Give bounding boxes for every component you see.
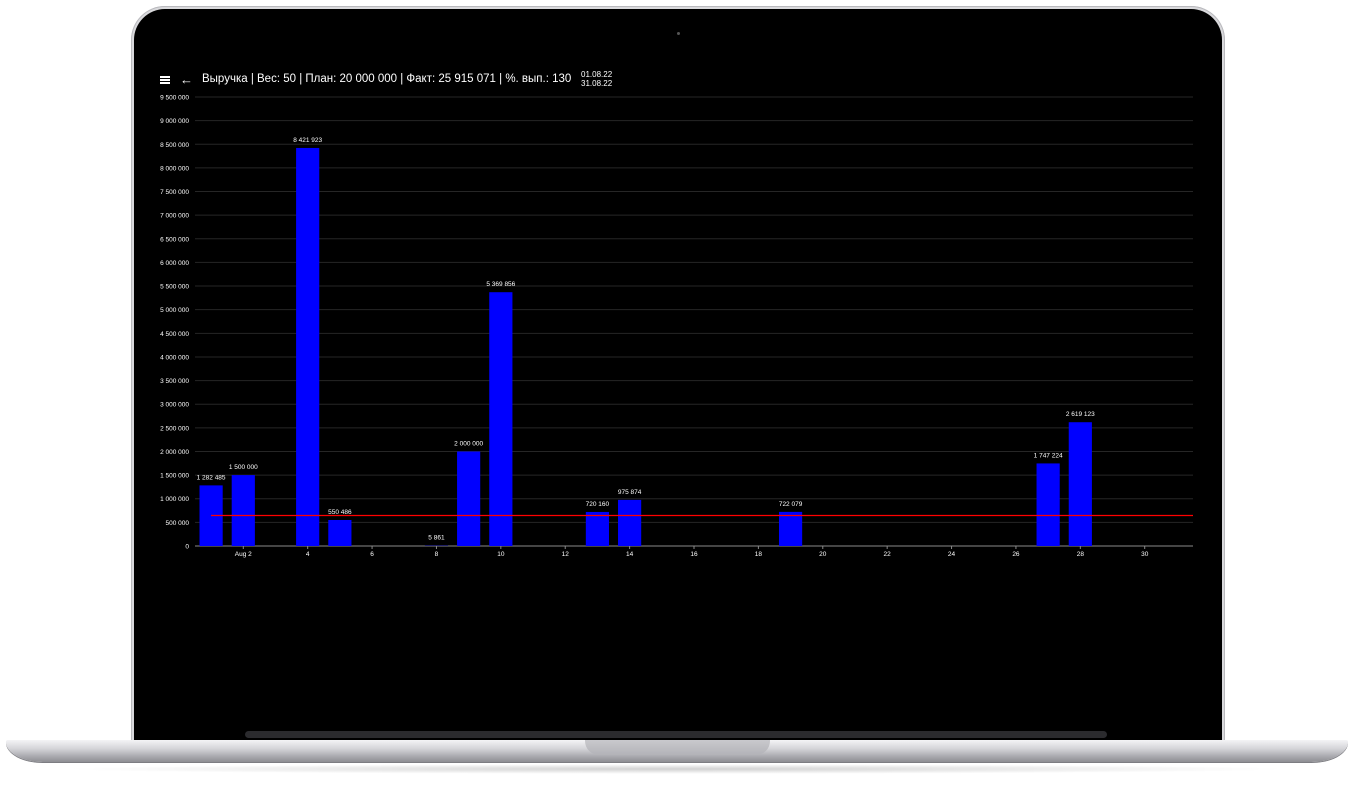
y-tick-label: 7 000 000 [160,213,189,220]
x-tick-label: 24 [948,551,956,558]
bar [231,475,255,546]
x-tick-label: 4 [306,551,310,558]
data-label: 2 000 000 [454,440,483,447]
arrow-back-icon[interactable]: ← [180,72,194,88]
y-tick-label: 2 500 000 [160,425,189,432]
y-tick-label: 2 000 000 [160,449,189,456]
laptop-shadow [60,764,1292,774]
x-tick-label: Aug 2 [235,551,252,558]
y-tick-label: 8 500 000 [160,142,189,149]
y-tick-label: 0 [185,544,189,551]
bar [328,519,352,546]
camera-icon [677,32,680,35]
y-tick-label: 1 500 000 [160,473,189,480]
x-tick-label: 28 [1077,551,1085,558]
bar [618,499,642,546]
data-label: 1 747 224 [1034,452,1063,459]
data-label: 975 874 [618,489,642,496]
data-label: 1 282 485 [197,474,226,481]
x-tick-label: 22 [884,551,892,558]
x-tick-label: 8 [435,551,439,558]
hamburger-menu-icon[interactable] [160,76,170,84]
x-tick-label: 20 [819,551,827,558]
y-tick-label: 6 000 000 [160,260,189,267]
data-label: 2 619 123 [1066,411,1095,418]
data-label: 5 369 856 [486,281,515,288]
x-tick-label: 30 [1141,551,1149,558]
bar [585,511,610,546]
screen-bottom-edge [245,731,1107,738]
bar [296,147,320,547]
report-title: Выручка | Вес: 50 | План: 20 000 000 | Ф… [202,73,572,85]
bar [489,292,513,546]
x-tick-label: 18 [755,551,763,558]
data-label: 720 160 [586,501,610,508]
x-tick-label: 10 [497,551,505,558]
app-toolbar: ← Выручка | Вес: 50 | План: 20 000 000 |… [150,70,1200,92]
y-tick-label: 9 500 000 [160,95,189,102]
data-label: 5 861 [428,535,445,542]
data-label: 1 500 000 [229,464,258,471]
y-tick-label: 8 000 000 [160,165,189,172]
y-tick-label: 3 000 000 [160,402,189,409]
y-tick-label: 7 500 000 [160,189,189,196]
y-tick-label: 9 000 000 [160,118,189,125]
laptop-opening-notch [585,740,770,755]
date-to: 31.08.22 [581,78,613,88]
y-tick-label: 500 000 [166,520,190,527]
bar [778,511,803,546]
bar [1068,422,1092,546]
bar [1036,463,1060,546]
data-label: 8 421 923 [293,137,322,144]
y-tick-label: 4 000 000 [160,354,189,361]
y-tick-label: 1 000 000 [160,496,189,503]
data-label: 722 079 [779,501,803,508]
y-tick-label: 3 500 000 [160,378,189,385]
x-tick-label: 14 [626,551,634,558]
x-tick-label: 6 [370,551,374,558]
y-tick-label: 6 500 000 [160,236,189,243]
x-tick-label: 16 [690,551,698,558]
x-tick-label: 12 [562,551,570,558]
revenue-bar-chart: 0 500 000 1 000 000 1 500 000 2 000 000 2 500… [160,95,1193,558]
y-tick-label: 5 500 000 [160,284,189,291]
y-tick-label: 4 500 000 [160,331,189,338]
bar [457,451,481,546]
date-range[interactable]: 01.08.22 31.08.22 [581,70,613,88]
y-tick-label: 5 000 000 [160,307,189,314]
x-tick-label: 26 [1012,551,1020,558]
